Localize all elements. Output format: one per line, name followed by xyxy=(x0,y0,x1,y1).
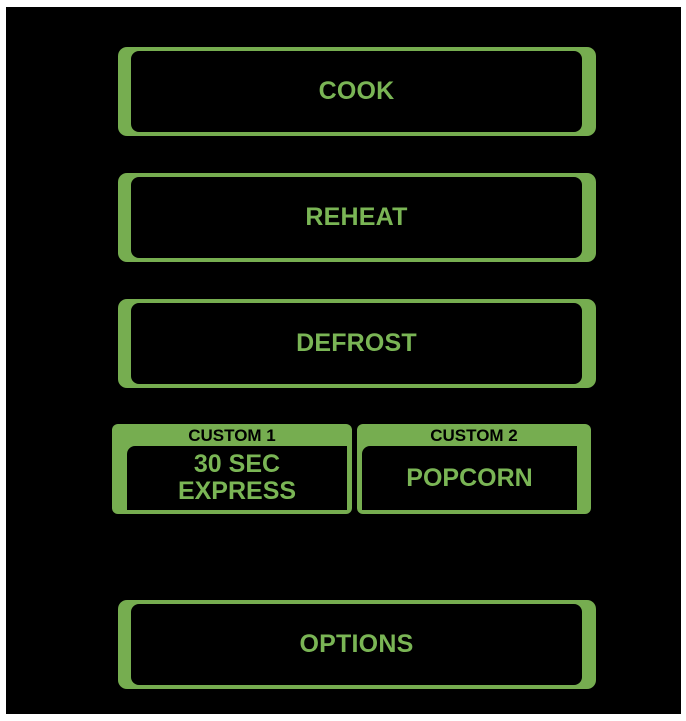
custom-1-header: CUSTOM 1 xyxy=(188,426,276,445)
custom-2-button[interactable]: CUSTOM 2 POPCORN xyxy=(357,424,591,514)
custom-1-label-line2: EXPRESS xyxy=(177,477,297,505)
custom-1-button-face: 30 SEC EXPRESS xyxy=(127,446,347,510)
reheat-button-face: REHEAT xyxy=(131,177,582,258)
defrost-button[interactable]: DEFROST xyxy=(118,299,596,388)
microwave-control-panel: COOK REHEAT DEFROST CUSTOM 1 30 SEC EXPR… xyxy=(6,7,681,714)
options-button-label: OPTIONS xyxy=(299,630,414,658)
options-button-face: OPTIONS xyxy=(131,604,582,685)
options-button[interactable]: OPTIONS xyxy=(118,600,596,689)
cook-button[interactable]: COOK xyxy=(118,47,596,136)
custom-1-label-line1: 30 SEC xyxy=(193,450,281,478)
reheat-button[interactable]: REHEAT xyxy=(118,173,596,262)
custom-2-label: POPCORN xyxy=(406,463,533,492)
custom-2-button-face: POPCORN xyxy=(362,446,577,510)
cook-button-label: COOK xyxy=(318,77,395,105)
custom-1-button[interactable]: CUSTOM 1 30 SEC EXPRESS xyxy=(112,424,352,514)
custom-2-header: CUSTOM 2 xyxy=(430,426,518,445)
defrost-button-label: DEFROST xyxy=(296,329,417,357)
defrost-button-face: DEFROST xyxy=(131,303,582,384)
cook-button-face: COOK xyxy=(131,51,582,132)
reheat-button-label: REHEAT xyxy=(305,203,408,231)
